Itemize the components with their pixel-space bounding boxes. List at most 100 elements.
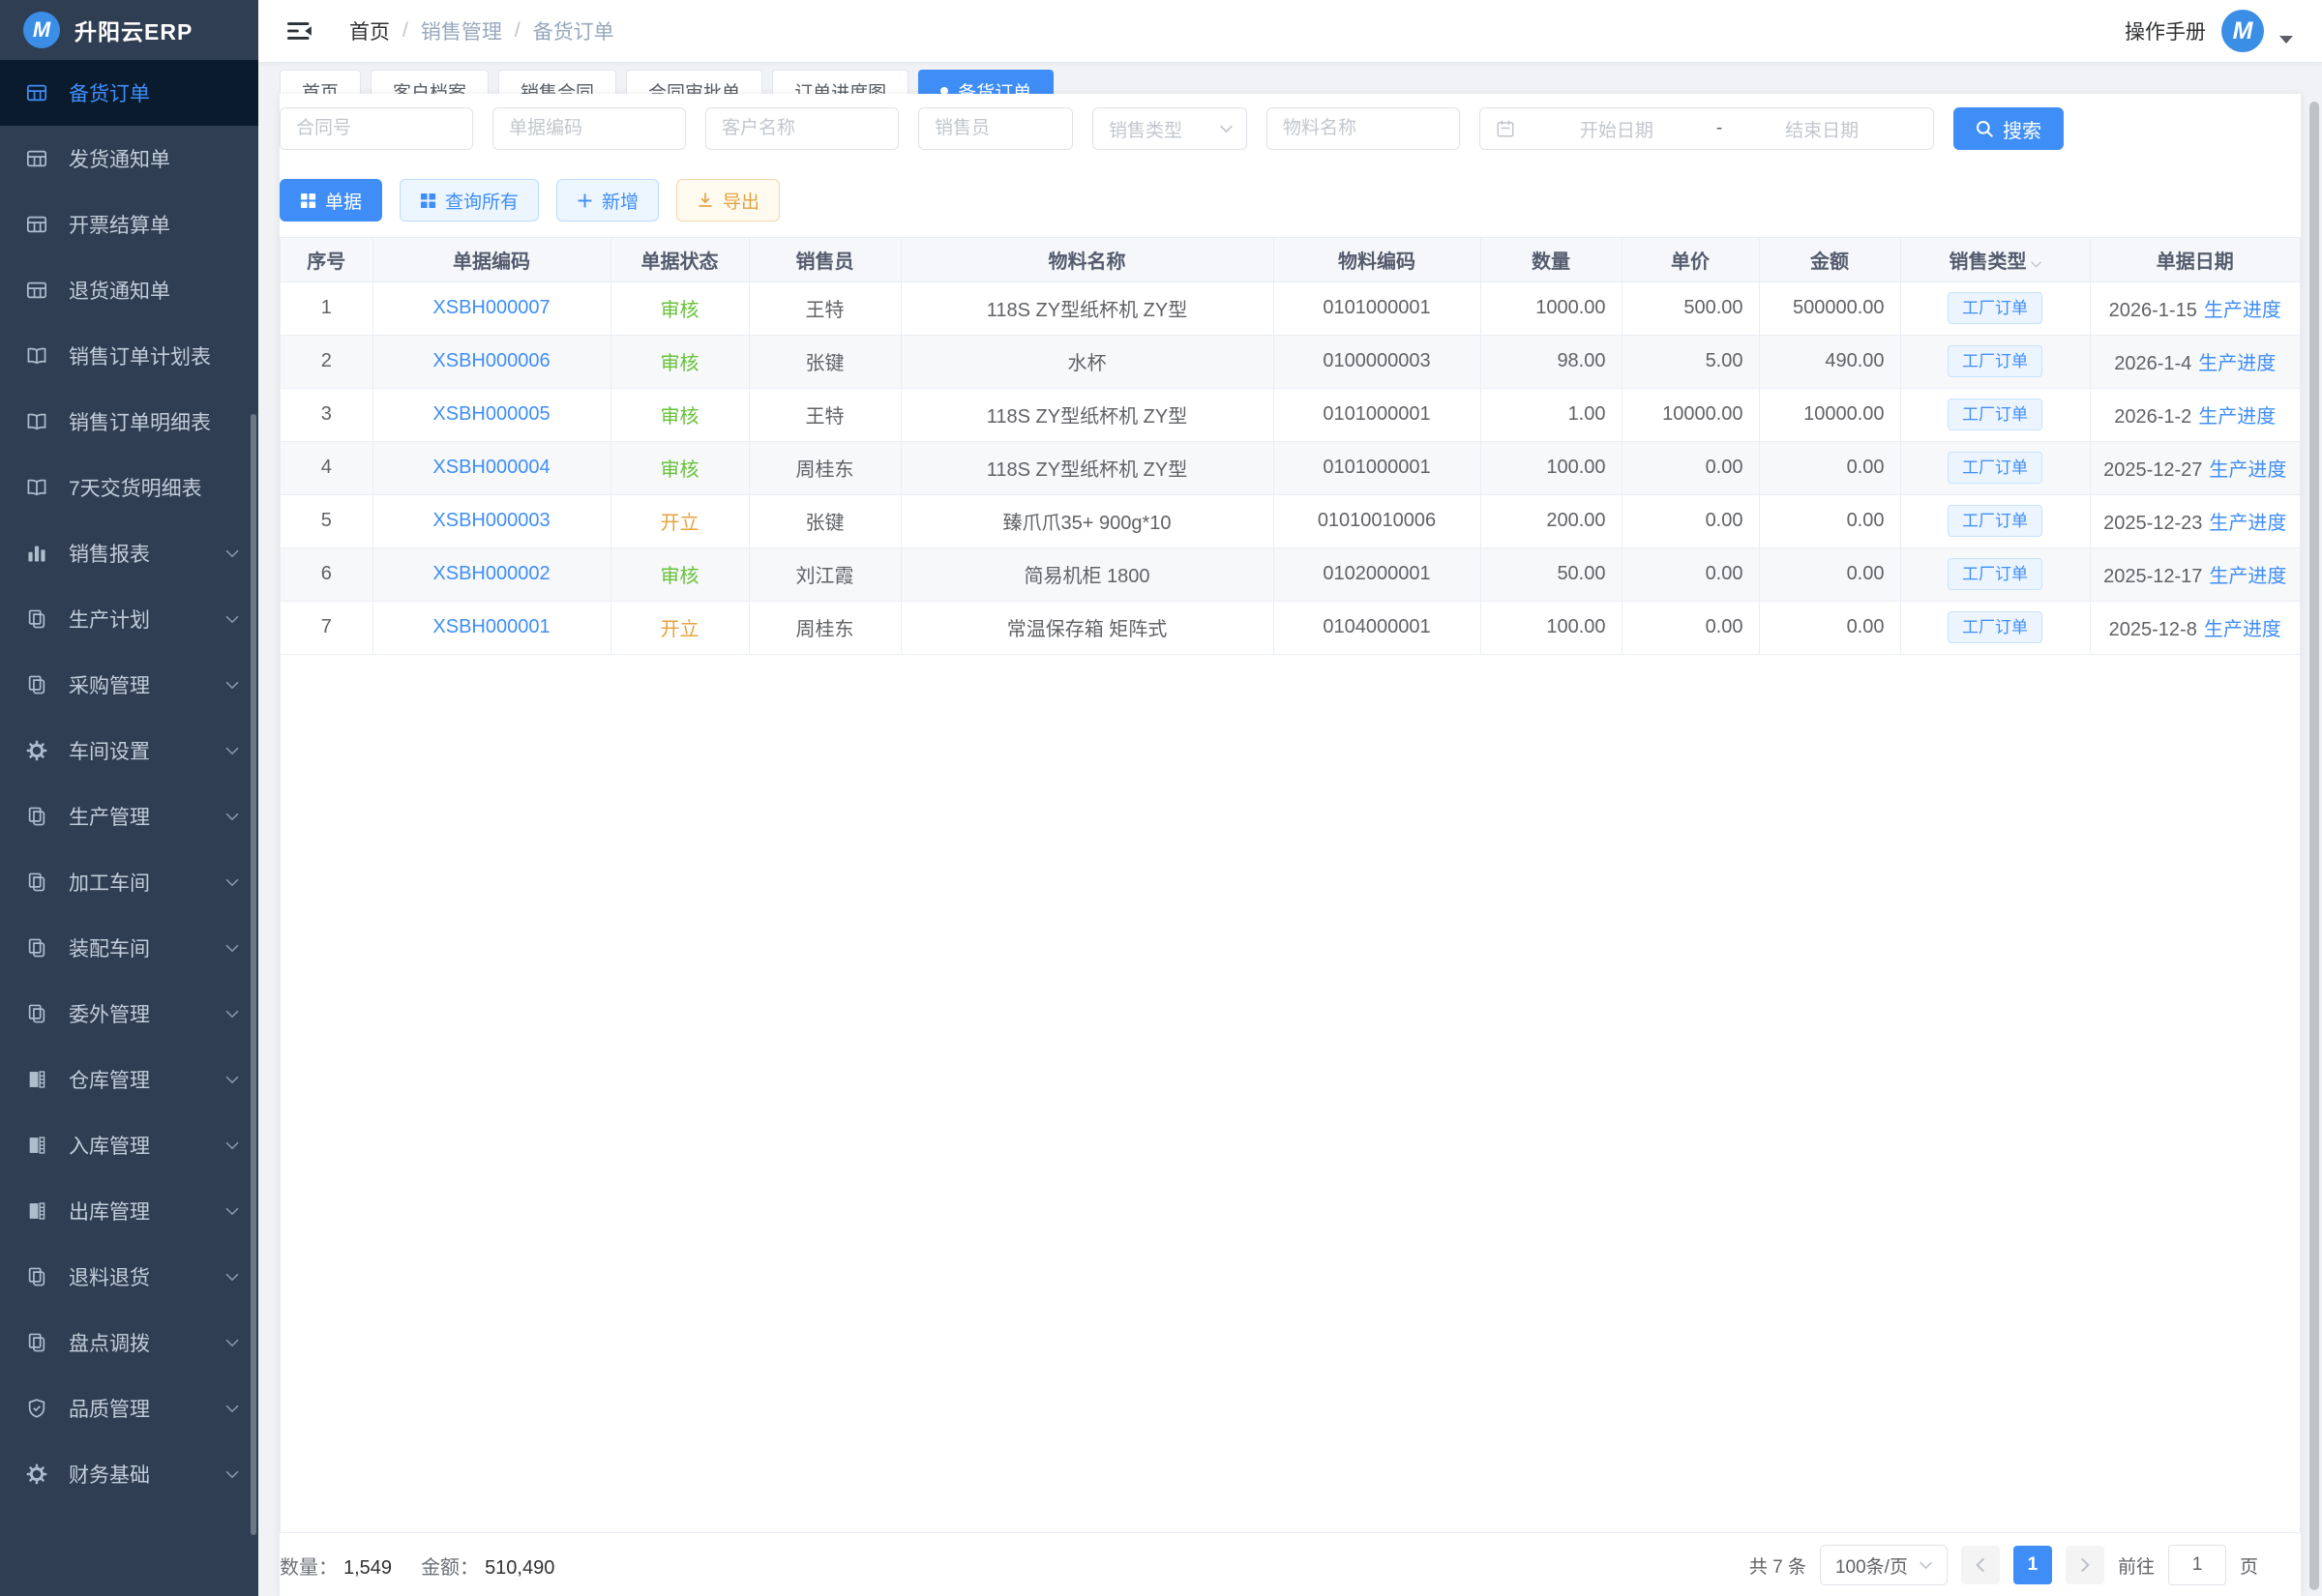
sidebar-item-return-notice[interactable]: 退货通知单 [0,257,258,323]
export-button[interactable]: 导出 [676,179,780,222]
tab-customer-files[interactable]: 客户档案 [371,70,489,94]
topbar-right: 操作手册 M [2125,10,2293,52]
doc-code-input[interactable] [492,107,686,150]
doc-code-link[interactable]: XSBH000001 [432,616,550,637]
salesman-input[interactable] [918,107,1073,150]
sidebar-scrollbar-thumb[interactable] [251,414,256,1535]
material-name-input[interactable] [1266,107,1460,150]
tab-stock-order[interactable]: 备货订单 [918,70,1054,94]
sidebar-item-label: 委外管理 [69,999,150,1028]
factory-order-tag[interactable]: 工厂订单 [1948,452,2042,484]
production-progress-link[interactable]: 生产进度 [2198,353,2276,374]
status-badge: 开立 [661,619,700,640]
sidebar-item-purchase-mgmt[interactable]: 采购管理 [0,652,258,718]
sidebar-item-processing-workshop[interactable]: 加工车间 [0,849,258,915]
factory-order-tag[interactable]: 工厂订单 [1948,399,2042,430]
cell-material-name: 臻爪爪35+ 900g*10 [901,494,1273,547]
production-progress-link[interactable]: 生产进度 [2209,459,2286,481]
sidebar-item-warehouse-mgmt[interactable]: 仓库管理 [0,1047,258,1112]
sidebar-item-label: 仓库管理 [69,1065,150,1094]
factory-order-tag[interactable]: 工厂订单 [1948,611,2042,643]
chevron-down-icon [225,1273,239,1282]
query-all-button[interactable]: 查询所有 [400,179,539,222]
date-range-picker[interactable]: 开始日期 - 结束日期 [1479,107,1934,150]
tab-home[interactable]: 首页 [280,70,361,94]
cell-seq: 2 [281,335,372,388]
doc-code-link[interactable]: XSBH000003 [432,510,550,531]
sales-type-placeholder: 销售类型 [1109,116,1182,142]
breadcrumb-separator: / [515,19,521,43]
contract-no-input[interactable] [280,107,473,150]
factory-order-tag[interactable]: 工厂订单 [1948,505,2042,537]
total-count: 共 7 条 [1749,1552,1806,1579]
tab-sales-contract[interactable]: 销售合同 [498,70,616,94]
table-row: 2 XSBH000006 审核 张键 水杯 0100000003 98.00 5… [281,335,2300,388]
avatar[interactable]: M [2221,10,2264,52]
sidebar-item-quality-mgmt[interactable]: 品质管理 [0,1375,258,1441]
production-progress-link[interactable]: 生产进度 [2204,300,2281,321]
sidebar-item-delivery-notice[interactable]: 发货通知单 [0,126,258,192]
customer-name-input[interactable] [705,107,899,150]
cell-doc-code: XSBH000002 [372,547,610,601]
page-size-select[interactable]: 100条/页 [1820,1545,1948,1585]
doc-code-link[interactable]: XSBH000002 [432,563,550,584]
production-progress-link[interactable]: 生产进度 [2204,619,2281,640]
book-open-icon [26,345,47,367]
breadcrumb-home[interactable]: 首页 [349,16,390,45]
sidebar-item-sales-order-detail[interactable]: 销售订单明细表 [0,389,258,455]
production-progress-link[interactable]: 生产进度 [2198,406,2276,428]
chevron-down-icon [225,549,239,558]
tab-order-progress[interactable]: 订单进度图 [772,70,908,94]
qty-total-value: 1,549 [343,1557,392,1579]
chevron-down-icon [225,1141,239,1150]
tab-label: 订单进度图 [794,78,886,95]
column-header-qty: 数量 [1480,238,1622,281]
doc-code-link[interactable]: XSBH000007 [432,297,550,318]
page-scrollbar-thumb[interactable] [2309,102,2319,1590]
chevron-down-icon [225,1076,239,1084]
production-progress-link[interactable]: 生产进度 [2209,513,2286,534]
factory-order-tag[interactable]: 工厂订单 [1948,558,2042,590]
cell-seq: 6 [281,547,372,601]
add-button[interactable]: 新增 [556,179,659,222]
sidebar-item-outbound-mgmt[interactable]: 出库管理 [0,1178,258,1244]
user-menu-caret-icon[interactable] [2279,36,2293,44]
sidebar-item-seven-day-delivery[interactable]: 7天交货明细表 [0,455,258,520]
doc-code-link[interactable]: XSBH000006 [432,350,550,371]
tab-contract-approval[interactable]: 合同审批单 [626,70,762,94]
prev-page-button[interactable] [1961,1546,2000,1584]
sidebar-item-material-return[interactable]: 退料退货 [0,1244,258,1310]
factory-order-tag[interactable]: 工厂订单 [1948,345,2042,377]
sidebar-item-production-mgmt[interactable]: 生产管理 [0,783,258,849]
doc-code-link[interactable]: XSBH000004 [432,457,550,478]
cell-amount: 10000.00 [1759,388,1900,441]
search-button[interactable]: 搜索 [1953,107,2064,150]
sidebar-item-sales-report[interactable]: 销售报表 [0,520,258,586]
cell-material-code: 0100000003 [1273,335,1480,388]
goto-page-input[interactable] [2168,1545,2226,1585]
sales-type-select[interactable]: 销售类型 [1092,107,1247,150]
doc-button[interactable]: 单据 [280,179,382,222]
column-header-sales_type[interactable]: 销售类型 [1900,238,2090,281]
manual-link[interactable]: 操作手册 [2125,16,2206,45]
production-progress-link[interactable]: 生产进度 [2209,566,2286,587]
factory-order-tag[interactable]: 工厂订单 [1948,292,2042,324]
sidebar-item-stock-order[interactable]: 备货订单 [0,60,258,126]
sidebar-item-inbound-mgmt[interactable]: 入库管理 [0,1112,258,1178]
filter-caret-icon[interactable] [2031,261,2041,268]
menu-fold-icon[interactable] [287,19,313,43]
sidebar-item-assembly-workshop[interactable]: 装配车间 [0,915,258,981]
cell-amount: 490.00 [1759,335,1900,388]
sidebar-item-invoice-settlement[interactable]: 开票结算单 [0,192,258,257]
sidebar-item-stocktake-transfer[interactable]: 盘点调拨 [0,1310,258,1375]
amount-total-value: 510,490 [485,1557,554,1579]
breadcrumb-sales-mgmt[interactable]: 销售管理 [421,16,502,45]
sidebar-item-sales-order-plan[interactable]: 销售订单计划表 [0,323,258,389]
sidebar-item-workshop-settings[interactable]: 车间设置 [0,718,258,783]
current-page-button[interactable]: 1 [2013,1546,2052,1584]
sidebar-item-production-plan[interactable]: 生产计划 [0,586,258,652]
sidebar-item-outsourcing-mgmt[interactable]: 委外管理 [0,981,258,1047]
sidebar-item-finance-base[interactable]: 财务基础 [0,1441,258,1507]
doc-code-link[interactable]: XSBH000005 [432,403,550,425]
next-page-button[interactable] [2066,1546,2104,1584]
